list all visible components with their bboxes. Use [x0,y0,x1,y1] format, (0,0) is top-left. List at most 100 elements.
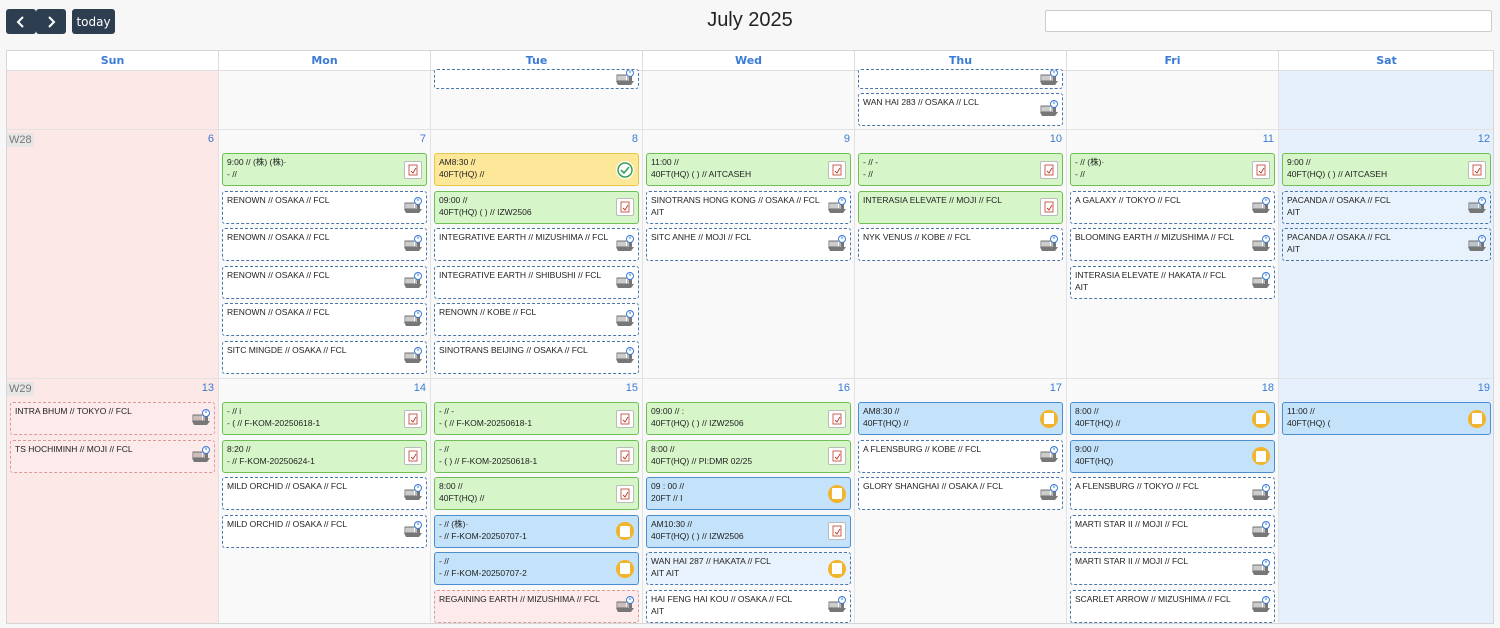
event-item[interactable]: 8:00 // 40FT(HQ) // [434,477,639,510]
day-number[interactable]: 18 [1262,382,1274,394]
today-button[interactable]: today [72,9,115,34]
day-number[interactable]: 7 [420,133,426,145]
event-item[interactable]: SINOTRANS HONG KONG // OSAKA // FCL AIT × [646,190,851,224]
event-item[interactable]: 8:00 //40FT(HQ) // PI:DMR 02/25 [646,439,851,473]
close-icon[interactable]: × [414,521,422,529]
event-item[interactable]: AM8:30 // 40FT(HQ) // [858,402,1063,435]
event-item[interactable]: SITC ANHE // MOJI // FCL × [646,228,851,261]
day-number[interactable]: 12 [1478,133,1490,145]
day-number[interactable]: 13 [202,382,214,394]
close-icon[interactable]: × [1050,99,1058,108]
event-item[interactable]: HAI FENG HAI KOU // OSAKA // FCL AIT × [646,589,851,623]
event-item[interactable]: SINOTRANS BEIJING // OSAKA // FCL × [434,340,639,374]
close-icon[interactable]: × [838,596,846,604]
day-number[interactable]: 16 [838,382,850,394]
close-icon[interactable]: × [1262,596,1270,604]
day-number[interactable]: 10 [1050,133,1062,145]
close-icon[interactable]: × [1050,446,1058,454]
event-item[interactable]: TS HOCHIMINH // MOJI // FCL × [10,439,215,473]
event-item[interactable]: RENOWN // OSAKA // FCL × [222,190,427,224]
close-icon[interactable]: × [202,408,210,417]
event-item[interactable]: INTRA BHUM // TOKYO // FCL × [10,402,215,435]
event-item[interactable]: RENOWN // KOBE // FCL × [434,303,639,336]
close-icon[interactable]: × [1050,483,1058,492]
day-number[interactable]: 11 [1263,133,1274,145]
event-item[interactable]: 09:00 //40FT(HQ) ( ) // IZW2506 [434,190,639,224]
close-icon[interactable]: × [838,234,846,243]
event-item[interactable]: 9:00 //40FT(HQ) [1070,439,1275,473]
day-cell[interactable] [219,71,431,130]
event-item[interactable]: WAN HAI 283 // OSAKA // LCL × [858,93,1063,126]
event-item[interactable]: MILD ORCHID // OSAKA // FCL × [222,477,427,510]
event-item[interactable]: × [434,69,639,89]
close-icon[interactable]: × [414,347,422,355]
close-icon[interactable]: × [414,272,422,280]
event-item[interactable]: GLORY SHANGHAI // OSAKA // FCL × [858,477,1063,510]
event-item[interactable]: - // i - ( // F-KOM-20250618-1 [222,402,427,435]
event-item[interactable]: INTEGRATIVE EARTH // MIZUSHIMA // FCL × [434,228,639,261]
event-item[interactable]: - // (株)· - // F-KOM-20250707-1 [434,514,639,548]
event-item[interactable]: - // (株)· - // [1070,153,1275,186]
event-item[interactable]: PACANDA // OSAKA // FCL AIT × [1282,228,1491,261]
event-item[interactable]: MARTI STAR II // MOJI // FCL × [1070,514,1275,548]
close-icon[interactable]: × [626,234,634,243]
event-item[interactable]: AM10:30 //40FT(HQ) ( ) // IZW2506 [646,514,851,548]
event-item[interactable]: MARTI STAR II // MOJI // FCL × [1070,552,1275,585]
search-input[interactable] [1045,10,1492,32]
event-item[interactable]: 9:00 // (株) (株)· - // [222,153,427,186]
close-icon[interactable]: × [1262,197,1270,205]
event-item[interactable]: INTERASIA ELEVATE // HAKATA // FCL AIT × [1070,265,1275,299]
event-item[interactable]: 8:00 // 40FT(HQ) // [1070,402,1275,435]
close-icon[interactable]: × [414,234,422,243]
event-item[interactable]: MILD ORCHID // OSAKA // FCL × [222,514,427,548]
close-icon[interactable]: × [626,347,634,355]
event-item[interactable]: 11:00 // 40FT(HQ) ( ) // AITCASEH [646,153,851,186]
day-number[interactable]: 15 [626,382,638,394]
close-icon[interactable]: × [414,483,422,492]
event-item[interactable]: INTERASIA ELEVATE // MOJI // FCL [858,190,1063,224]
event-item[interactable]: AM8:30 // 40FT(HQ) // [434,153,639,186]
event-item[interactable]: A GALAXY // TOKYO // FCL × [1070,190,1275,224]
day-cell[interactable] [7,71,219,130]
close-icon[interactable]: × [1262,234,1270,243]
event-item[interactable]: - // - - // [858,153,1063,186]
close-icon[interactable]: × [1262,558,1270,567]
close-icon[interactable]: × [1262,483,1270,492]
day-number[interactable]: 17 [1050,382,1062,394]
event-item[interactable]: - // - // F-KOM-20250707-2 [434,552,639,585]
event-item[interactable]: 8:20 //- // F-KOM-20250624-1 [222,439,427,473]
day-number[interactable]: 14 [414,382,426,394]
close-icon[interactable]: × [1050,234,1058,243]
close-icon[interactable]: × [1262,521,1270,529]
event-item[interactable]: × [858,69,1063,89]
close-icon[interactable]: × [626,309,634,318]
event-item[interactable]: - //- ( ) // F-KOM-20250618-1 [434,439,639,473]
close-icon[interactable]: × [838,197,846,205]
event-item[interactable]: 09 : 00 // 20FT // I [646,477,851,510]
event-item[interactable]: NYK VENUS // KOBE // FCL × [858,228,1063,261]
close-icon[interactable]: × [1050,70,1058,77]
close-icon[interactable]: × [1478,234,1486,243]
day-number[interactable]: 6 [208,133,214,145]
event-item[interactable]: 11:00 // 40FT(HQ) ( [1282,402,1491,435]
event-item[interactable]: RENOWN // OSAKA // FCL × [222,265,427,299]
event-item[interactable]: - // - - ( // F-KOM-20250618-1 [434,402,639,435]
prev-button[interactable] [6,9,36,34]
event-item[interactable]: INTEGRATIVE EARTH // SHIBUSHI // FCL × [434,265,639,299]
close-icon[interactable]: × [626,272,634,280]
next-button[interactable] [36,9,66,34]
close-icon[interactable]: × [626,596,634,604]
event-item[interactable]: 09:00 // : 40FT(HQ) ( ) // IZW2506 [646,402,851,435]
event-item[interactable]: A FLENSBURG // KOBE // FCL × [858,439,1063,473]
close-icon[interactable]: × [202,446,210,454]
close-icon[interactable]: × [1262,272,1270,280]
close-icon[interactable]: × [626,70,634,77]
event-item[interactable]: 9:00 // 40FT(HQ) ( ) // AITCASEH [1282,153,1491,186]
day-number[interactable]: 8 [632,133,638,145]
event-item[interactable]: PACANDA // OSAKA // FCL AIT × [1282,190,1491,224]
event-item[interactable]: A FLENSBURG // TOKYO // FCL × [1070,477,1275,510]
event-item[interactable]: SCARLET ARROW // MIZUSHIMA // FCL × [1070,589,1275,623]
event-item[interactable]: RENOWN // OSAKA // FCL × [222,303,427,336]
close-icon[interactable]: × [1478,197,1486,205]
day-cell[interactable] [1279,71,1493,130]
